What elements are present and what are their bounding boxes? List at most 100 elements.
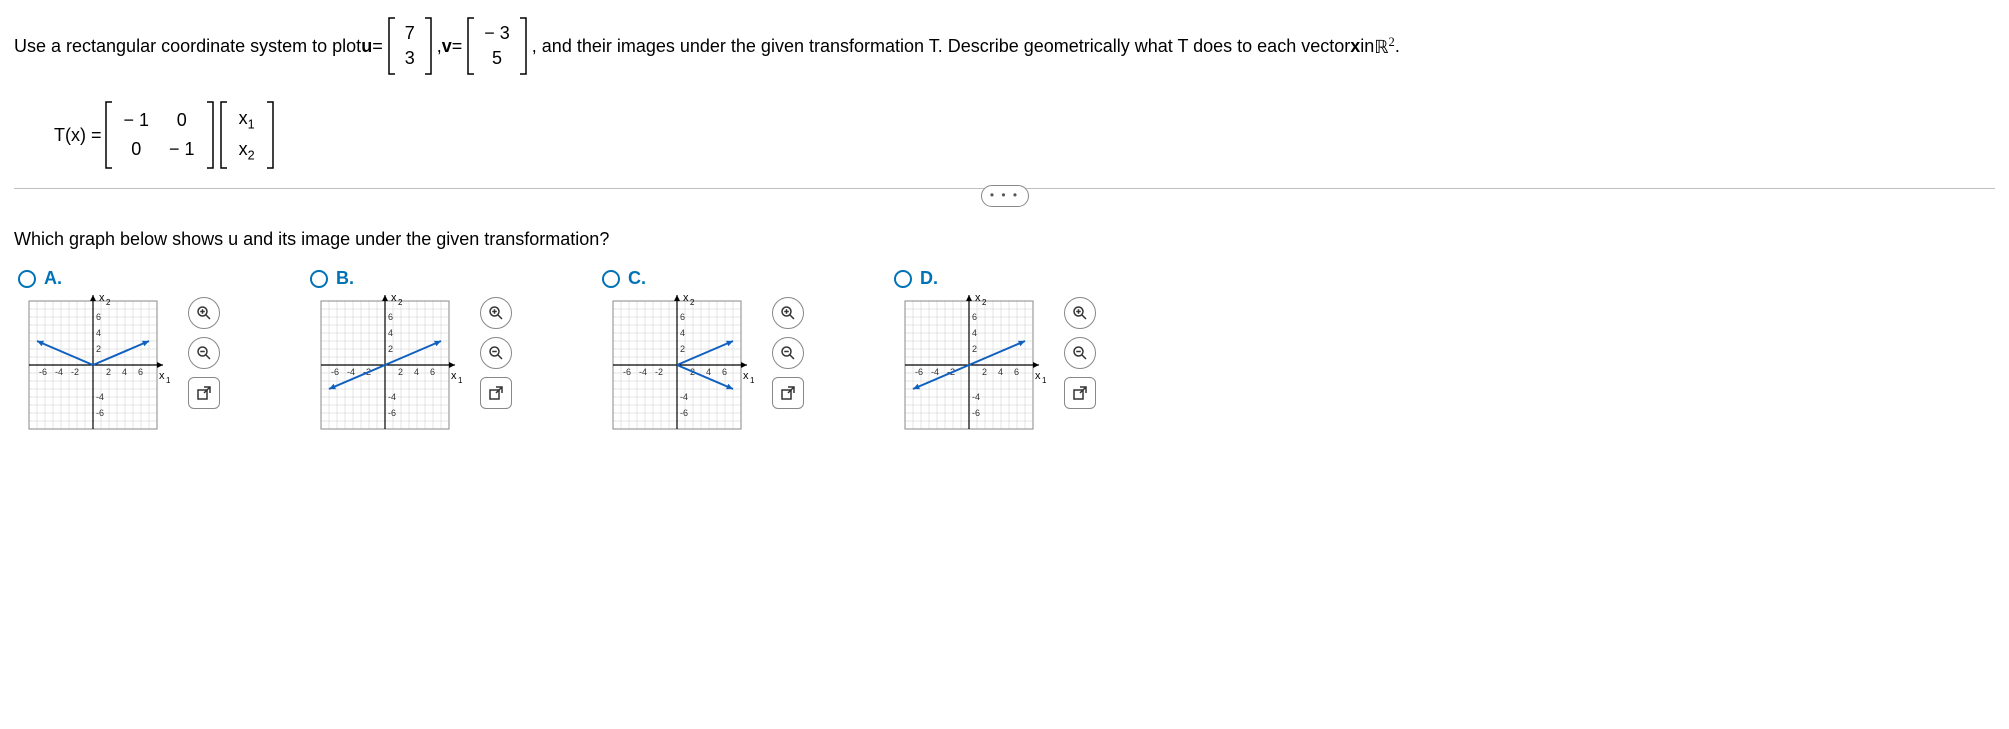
svg-text:4: 4 — [706, 367, 711, 377]
option-b-header[interactable]: B. — [310, 268, 512, 289]
svg-text:6: 6 — [1014, 367, 1019, 377]
svg-text:-4: -4 — [347, 367, 355, 377]
svg-text:-4: -4 — [680, 392, 688, 402]
vector-x-label: x — [1350, 36, 1360, 57]
option-b-label: B. — [336, 268, 354, 289]
vector-v: − 3 5 — [464, 16, 530, 76]
graph-b: 2-224-446-66-4-6x2x1 — [310, 295, 470, 445]
vector-u-label: u — [361, 36, 372, 57]
svg-text:x: x — [159, 370, 165, 382]
v-entry-2: 5 — [492, 46, 502, 71]
zoom-out-icon[interactable] — [480, 337, 512, 369]
svg-text:x: x — [1035, 370, 1041, 382]
zoom-in-icon[interactable] — [188, 297, 220, 329]
equals-1: = — [372, 36, 383, 57]
svg-text:4: 4 — [122, 367, 127, 377]
svg-text:2: 2 — [982, 367, 987, 377]
zoom-out-icon[interactable] — [772, 337, 804, 369]
svg-text:1: 1 — [458, 376, 463, 385]
svg-text:1: 1 — [750, 376, 755, 385]
popout-icon[interactable] — [1064, 377, 1096, 409]
period: . — [1395, 36, 1400, 57]
text-part-2: , and their images under the given trans… — [532, 36, 1350, 57]
transformation-definition: T(x) = − 1 0 0 − 1 x1 x2 — [54, 100, 1995, 170]
option-c-header[interactable]: C. — [602, 268, 804, 289]
svg-text:2: 2 — [690, 298, 695, 307]
graph-c: 2-224-446-66-4-6x2x1 — [602, 295, 762, 445]
svg-text:-4: -4 — [55, 367, 63, 377]
svg-text:-6: -6 — [972, 408, 980, 418]
graph-a: 2-224-446-66-4-6x2x1 — [18, 295, 178, 445]
svg-text:-6: -6 — [680, 408, 688, 418]
svg-text:-6: -6 — [915, 367, 923, 377]
radio-a[interactable] — [18, 270, 36, 288]
options-container: A. 2-224-446-66-4-6x2x1 B. 2-224-446-66-… — [14, 268, 1995, 445]
zoom-in-icon[interactable] — [1064, 297, 1096, 329]
svg-text:2: 2 — [106, 298, 111, 307]
vector-v-label: v — [442, 36, 452, 57]
svg-text:-2: -2 — [71, 367, 79, 377]
zoom-in-icon[interactable] — [772, 297, 804, 329]
radio-c[interactable] — [602, 270, 620, 288]
option-c-label: C. — [628, 268, 646, 289]
svg-text:-6: -6 — [388, 408, 396, 418]
svg-text:4: 4 — [680, 328, 685, 338]
svg-text:x: x — [451, 370, 457, 382]
svg-text:2: 2 — [972, 344, 977, 354]
option-a-label: A. — [44, 268, 62, 289]
svg-text:-4: -4 — [96, 392, 104, 402]
svg-text:6: 6 — [430, 367, 435, 377]
svg-text:-2: -2 — [655, 367, 663, 377]
svg-text:6: 6 — [138, 367, 143, 377]
svg-text:-6: -6 — [39, 367, 47, 377]
option-d-label: D. — [920, 268, 938, 289]
v-entry-1: − 3 — [484, 21, 510, 46]
expand-button[interactable]: • • • — [981, 185, 1029, 207]
popout-icon[interactable] — [188, 377, 220, 409]
m-11: − 1 — [124, 106, 150, 135]
svg-text:6: 6 — [722, 367, 727, 377]
svg-text:6: 6 — [96, 312, 101, 322]
zoom-out-icon[interactable] — [1064, 337, 1096, 369]
svg-text:-4: -4 — [639, 367, 647, 377]
svg-text:-6: -6 — [96, 408, 104, 418]
option-d: D. 2-224-446-66-4-6x2x1 — [894, 268, 1096, 445]
svg-text:4: 4 — [998, 367, 1003, 377]
svg-text:2: 2 — [680, 344, 685, 354]
radio-d[interactable] — [894, 270, 912, 288]
question-text: Which graph below shows u and its image … — [14, 229, 1995, 250]
x1: x1 — [239, 104, 255, 135]
u-entry-1: 7 — [405, 21, 415, 46]
svg-text:1: 1 — [166, 376, 171, 385]
svg-text:-4: -4 — [931, 367, 939, 377]
vector-u: 7 3 — [385, 16, 435, 76]
zoom-in-icon[interactable] — [480, 297, 512, 329]
x2: x2 — [239, 135, 255, 166]
option-c: C. 2-224-446-66-4-6x2x1 — [602, 268, 804, 445]
zoom-out-icon[interactable] — [188, 337, 220, 369]
popout-icon[interactable] — [772, 377, 804, 409]
text-part-1: Use a rectangular coordinate system to p… — [14, 36, 361, 57]
svg-text:2: 2 — [106, 367, 111, 377]
svg-text:2: 2 — [96, 344, 101, 354]
svg-text:x: x — [975, 295, 981, 304]
option-a-header[interactable]: A. — [18, 268, 220, 289]
m-22: − 1 — [169, 135, 195, 164]
popout-icon[interactable] — [480, 377, 512, 409]
option-d-header[interactable]: D. — [894, 268, 1096, 289]
u-entry-2: 3 — [405, 46, 415, 71]
radio-b[interactable] — [310, 270, 328, 288]
svg-text:4: 4 — [414, 367, 419, 377]
svg-text:4: 4 — [96, 328, 101, 338]
option-a: A. 2-224-446-66-4-6x2x1 — [18, 268, 220, 445]
svg-text:2: 2 — [398, 367, 403, 377]
svg-text:x: x — [391, 295, 397, 304]
m-21: 0 — [131, 135, 141, 164]
svg-text:1: 1 — [1042, 376, 1047, 385]
svg-text:2: 2 — [398, 298, 403, 307]
option-b: B. 2-224-446-66-4-6x2x1 — [310, 268, 512, 445]
svg-text:4: 4 — [972, 328, 977, 338]
svg-text:x: x — [99, 295, 105, 304]
tx-label: T(x) = — [54, 125, 102, 146]
svg-text:2: 2 — [388, 344, 393, 354]
